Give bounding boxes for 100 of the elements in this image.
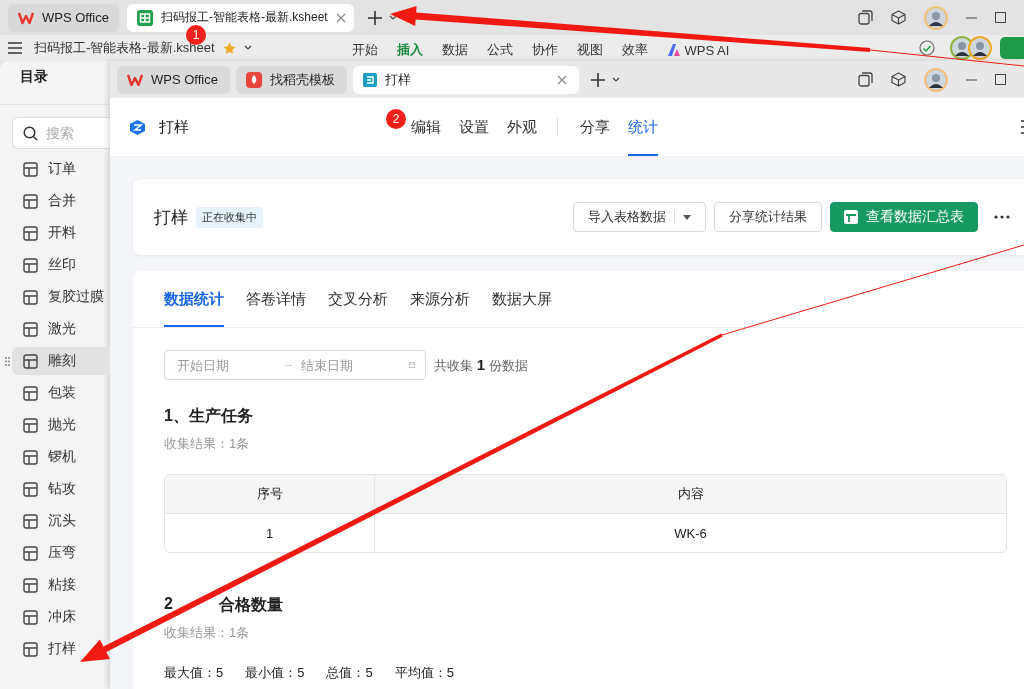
plus-icon[interactable] — [590, 72, 605, 87]
sheet-list-item[interactable]: 订单 — [12, 155, 80, 183]
tab[interactable]: 交叉分析 — [328, 271, 388, 327]
statistic-value: 平均值：5 — [394, 664, 454, 682]
nav-tab[interactable]: 统计 — [628, 98, 658, 156]
table-icon — [23, 385, 38, 401]
question-title: 合格数量 — [218, 595, 283, 615]
nav-tab[interactable]: 编辑 — [411, 98, 441, 156]
table-icon — [23, 193, 38, 209]
table-icon — [23, 641, 38, 657]
search-input[interactable]: 搜索 — [44, 124, 104, 142]
form-app-icon — [362, 72, 377, 87]
nav-tab[interactable]: 外观 — [507, 98, 537, 156]
avatar-icon[interactable] — [924, 67, 948, 92]
ai-logo-icon — [666, 44, 681, 56]
tab[interactable]: WPS Office — [8, 3, 119, 32]
window-copy-icon[interactable] — [858, 72, 873, 87]
tab[interactable]: 数据大屏 — [492, 271, 552, 327]
tab[interactable]: 答卷详情 — [246, 271, 306, 327]
form-title: 打样 — [154, 206, 188, 229]
start-date-input[interactable]: 开始日期 — [175, 356, 279, 374]
menu-tab[interactable]: 数据 — [441, 37, 468, 59]
template-app-icon — [245, 71, 262, 88]
app-title: 打样 — [159, 117, 190, 137]
tab[interactable]: 找稻壳模板 — [235, 65, 347, 94]
caret-icon[interactable] — [611, 76, 620, 83]
maximize-icon[interactable] — [995, 74, 1006, 85]
sheet-list-item[interactable]: 抛光 — [12, 411, 80, 439]
sheet-list-item[interactable]: 沉头 — [12, 507, 80, 535]
drag-handle-icon — [5, 357, 10, 366]
sheet-list-item[interactable]: 开料 — [12, 219, 80, 247]
maximize-icon[interactable] — [995, 12, 1006, 23]
close-icon[interactable] — [556, 74, 567, 85]
sheet-list-item[interactable]: 复胶过膜 — [12, 283, 108, 311]
more-icon[interactable] — [994, 215, 1010, 219]
avatar-icon[interactable] — [968, 36, 992, 60]
menu-tab[interactable]: 效率 — [621, 37, 648, 59]
table-icon — [23, 225, 38, 241]
nav-tab[interactable]: 设置 — [459, 98, 489, 156]
table-icon — [23, 257, 38, 273]
spreadsheet-icon — [136, 9, 153, 26]
menu-tab[interactable]: 开始 — [351, 37, 378, 59]
table-icon — [23, 609, 38, 625]
menu-tab[interactable]: 公式 — [486, 37, 513, 59]
sheet-list-item[interactable]: 激光 — [12, 315, 80, 343]
sheet-list-item[interactable]: 冲床 — [12, 603, 80, 631]
menu-icon[interactable] — [8, 42, 22, 54]
table-icon — [23, 449, 38, 465]
menu-tab[interactable]: 视图 — [576, 37, 603, 59]
end-date-input[interactable]: 结束日期 — [299, 356, 403, 374]
menu-tab[interactable]: 协作 — [531, 37, 558, 59]
sheet-list-item[interactable]: 粘接 — [12, 571, 80, 599]
wps-logo-icon — [127, 72, 143, 87]
tab[interactable]: 来源分析 — [410, 271, 470, 327]
nav-tab[interactable]: 分享 — [580, 98, 610, 156]
tab[interactable]: 数据统计 — [164, 271, 224, 327]
status-tag: 正在收集中 — [196, 206, 263, 228]
caret-icon[interactable] — [243, 45, 252, 51]
table-icon — [844, 210, 858, 224]
summary-table-button[interactable]: 查看数据汇总表 — [830, 202, 978, 232]
cube-icon[interactable] — [891, 72, 906, 87]
star-icon[interactable] — [222, 41, 236, 55]
sheet-list-item[interactable]: 压弯 — [12, 539, 80, 567]
sheet-list-item[interactable]: 锣机 — [12, 443, 80, 471]
avatar-icon[interactable] — [924, 5, 948, 30]
table-icon — [23, 353, 38, 369]
table-icon — [23, 545, 38, 561]
window-copy-icon[interactable] — [858, 10, 873, 25]
table-icon — [23, 289, 38, 305]
sheet-list-item[interactable]: 打样 — [12, 635, 80, 663]
table-icon — [23, 577, 38, 593]
import-button[interactable]: 导入表格数据 — [573, 202, 706, 232]
table-icon — [23, 161, 38, 177]
cube-icon[interactable] — [891, 10, 906, 25]
collected-count: 共收集 1 份数据 — [434, 355, 528, 375]
table-icon — [23, 481, 38, 497]
column-header: 内容 — [676, 485, 705, 503]
sheet-list-item[interactable]: 丝印 — [12, 251, 80, 279]
search-field[interactable]: 搜索 — [12, 117, 110, 149]
sheet-list-item[interactable]: 合并 — [12, 187, 80, 215]
tab[interactable]: WPS Office — [117, 65, 230, 94]
result-count: 收集结果：1条 — [164, 624, 251, 642]
menu-tab[interactable]: 插入 — [396, 37, 423, 59]
result-count: 收集结果：1条 — [164, 435, 251, 453]
question-number: 2 — [164, 595, 173, 614]
plus-icon[interactable] — [367, 10, 382, 25]
search-icon — [23, 125, 38, 141]
cloud-check-icon[interactable] — [918, 40, 936, 56]
tab[interactable]: 打样 — [352, 65, 579, 94]
table-icon — [23, 417, 38, 433]
table-cell-text: WK-6 — [673, 524, 708, 543]
share-results-button[interactable]: 分享统计结果 — [714, 202, 822, 232]
sheet-list-item[interactable]: 包装 — [12, 379, 80, 407]
app-logo-icon — [129, 118, 146, 136]
sheet-list-item[interactable]: 钻攻 — [12, 475, 80, 503]
wps-logo-icon — [18, 10, 34, 25]
date-range-field[interactable]: 开始日期 结束日期 — [164, 350, 426, 380]
close-icon[interactable] — [335, 12, 346, 23]
ai-menu-tab[interactable]: WPS AI — [666, 37, 730, 59]
table-icon — [23, 513, 38, 529]
